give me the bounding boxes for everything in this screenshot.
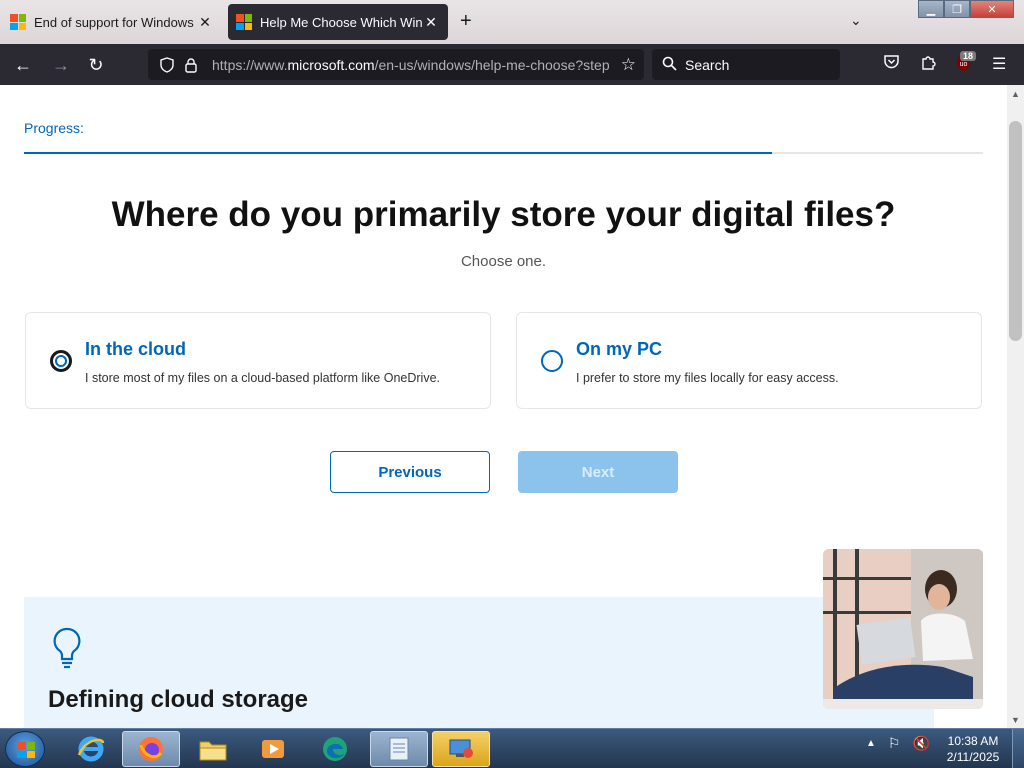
url-domain: microsoft.com: [287, 56, 375, 73]
show-hidden-icons-icon[interactable]: ▲: [866, 738, 876, 752]
media-player-icon[interactable]: [244, 731, 302, 767]
search-input[interactable]: Search: [652, 49, 840, 80]
tab-title: End of support for Windows 10: [34, 14, 196, 30]
address-bar[interactable]: https://www.microsoft.com/en-us/windows/…: [148, 49, 644, 80]
close-window-icon[interactable]: ✕: [970, 0, 1014, 18]
tab-end-of-support[interactable]: End of support for Windows 10 ✕: [2, 4, 222, 40]
chevron-down-icon[interactable]: ⌄: [850, 12, 862, 29]
notepad-icon[interactable]: [370, 731, 428, 767]
next-button[interactable]: Next: [518, 451, 678, 493]
internet-explorer-icon[interactable]: [62, 731, 120, 767]
start-button[interactable]: [5, 731, 45, 767]
minimize-icon[interactable]: ▁: [918, 0, 944, 18]
close-tab-icon[interactable]: ✕: [422, 14, 440, 31]
search-placeholder: Search: [685, 56, 730, 73]
option-on-my-pc[interactable]: On my PC I prefer to store my files loca…: [516, 312, 982, 409]
url-path: /en-us/windows/help-me-choose?step: [374, 56, 610, 73]
extensions-puzzle-icon[interactable]: [920, 54, 937, 76]
previous-button[interactable]: Previous: [330, 451, 490, 493]
radio-on-my-pc[interactable]: [541, 350, 563, 372]
file-explorer-icon[interactable]: [184, 731, 242, 767]
scroll-up-arrow-icon[interactable]: ▲: [1007, 85, 1024, 102]
url-prefix: https://www.: [212, 56, 288, 73]
svg-text:uo: uo: [960, 61, 968, 68]
option-description: I prefer to store my files locally for e…: [576, 371, 839, 385]
clock-time: 10:38 AM: [947, 734, 999, 748]
radio-in-the-cloud[interactable]: [50, 350, 72, 372]
info-title: Defining cloud storage: [48, 686, 309, 713]
lock-icon[interactable]: [180, 57, 202, 73]
show-desktop-button[interactable]: [1012, 729, 1024, 768]
progress-bar: [24, 152, 983, 154]
clock-date: 2/11/2025: [946, 750, 1000, 764]
info-section: Defining cloud storage: [24, 597, 934, 728]
windows-logo-icon: [17, 742, 35, 758]
pocket-icon[interactable]: [883, 54, 900, 75]
navigation-toolbar: ← → ↻ https://www.microsoft.com/en-us/wi…: [0, 44, 1024, 85]
option-description: I store most of my files on a cloud-base…: [85, 371, 441, 385]
progress-label: Progress:: [24, 120, 84, 136]
forward-arrow-icon[interactable]: →: [48, 52, 74, 78]
remote-desktop-icon[interactable]: [432, 731, 490, 767]
microsoft-logo-icon: [10, 14, 26, 30]
scroll-down-arrow-icon[interactable]: ▼: [1007, 711, 1024, 728]
reload-icon[interactable]: ↻: [83, 52, 109, 78]
action-center-flag-icon[interactable]: ⚐: [888, 735, 901, 752]
page-content: Progress: Where do you primarily store y…: [0, 85, 1007, 728]
shield-icon[interactable]: [156, 56, 178, 73]
lightbulb-icon: [52, 627, 82, 674]
vertical-scrollbar[interactable]: ▲ ▼: [1007, 85, 1024, 728]
page-title: Where do you primarily store your digita…: [111, 195, 896, 234]
clock[interactable]: 10:38 AM 2/11/2025: [940, 733, 1006, 765]
search-icon: [662, 56, 677, 74]
taskbar: ▲ ⚐ 🔇 10:38 AM 2/11/2025: [0, 728, 1024, 768]
option-title: On my PC: [576, 339, 663, 359]
url-text[interactable]: https://www.microsoft.com/en-us/windows/…: [212, 57, 612, 73]
tab-bar: End of support for Windows 10 ✕ Help Me …: [0, 0, 1024, 44]
subtitle: Choose one.: [460, 253, 547, 270]
new-tab-plus-icon[interactable]: +: [460, 10, 472, 33]
close-tab-icon[interactable]: ✕: [196, 14, 214, 31]
progress-fill: [24, 152, 773, 154]
person-with-laptop-image: [823, 549, 983, 709]
bookmark-star-icon[interactable]: ☆: [621, 55, 636, 75]
system-tray: ▲ ⚐ 🔇: [866, 735, 930, 752]
restore-icon[interactable]: ❐: [944, 0, 970, 18]
volume-muted-icon[interactable]: 🔇: [912, 735, 929, 752]
firefox-icon[interactable]: [122, 731, 180, 767]
option-in-the-cloud[interactable]: In the cloud I store most of my files on…: [25, 312, 491, 409]
scrollbar-thumb[interactable]: [1009, 121, 1022, 341]
back-arrow-icon[interactable]: ←: [10, 52, 36, 78]
edge-icon[interactable]: [306, 731, 364, 767]
window-controls: ▁ ❐ ✕: [918, 0, 1014, 20]
tab-title: Help Me Choose Which Windo: [260, 14, 422, 30]
extension-badge: 18: [960, 51, 977, 61]
option-title: In the cloud: [85, 339, 186, 359]
microsoft-logo-icon: [236, 14, 252, 30]
menu-hamburger-icon[interactable]: ☰: [992, 54, 1006, 74]
tab-help-me-choose[interactable]: Help Me Choose Which Windo ✕: [228, 4, 448, 40]
